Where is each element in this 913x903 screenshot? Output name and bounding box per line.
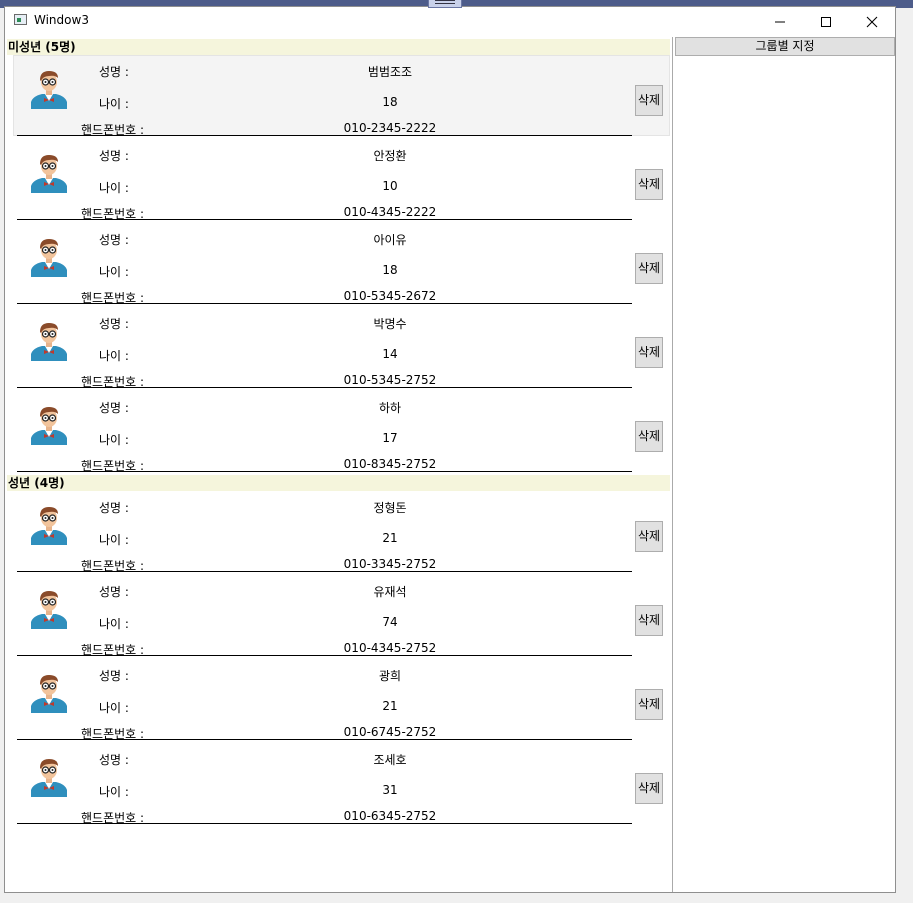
delete-button[interactable]: 삭제 [635,689,663,720]
phone-value: 010-6345-2752 [343,809,437,823]
age-value: 21 [382,531,398,545]
list-item[interactable]: 성명 : 박명수 나이 : 14 핸드폰번호 : 010-5345-2752 삭… [5,307,672,391]
list-item[interactable]: 성명 : 하하 나이 : 17 핸드폰번호 : 010-8345-2752 삭제 [5,391,672,475]
person-avatar-icon [31,507,67,545]
age-label: 나이 : [99,533,129,547]
age-label: 나이 : [99,265,129,279]
name-label: 성명 : [99,585,129,599]
list-item[interactable]: 성명 : 범범조조 나이 : 18 핸드폰번호 : 010-2345-2222 … [5,55,672,139]
list-item[interactable]: 성명 : 아이유 나이 : 18 핸드폰번호 : 010-5345-2672 삭… [5,223,672,307]
phone-value: 010-3345-2752 [343,557,437,571]
list-item[interactable]: 성명 : 정형돈 나이 : 21 핸드폰번호 : 010-3345-2752 삭… [5,491,672,575]
name-value: 범범조조 [367,65,413,79]
name-value: 유재석 [373,585,407,599]
app-window: Window3 미성년 (5명) 성명 : 범범조조 나이 : 18 핸드폰번호… [4,6,896,893]
minimize-icon [775,21,785,23]
age-value: 18 [382,95,398,109]
phone-value: 010-6745-2752 [343,725,437,739]
delete-button[interactable]: 삭제 [635,773,663,804]
row-separator [17,571,632,572]
name-value: 아이유 [373,233,407,247]
maximize-button[interactable] [803,7,849,36]
close-icon [866,16,878,28]
age-value: 31 [382,783,398,797]
name-value: 정형돈 [373,501,407,515]
name-value: 박명수 [373,317,407,331]
person-avatar-icon [31,71,67,109]
phone-value: 010-4345-2752 [343,641,437,655]
age-label: 나이 : [99,97,129,111]
delete-button[interactable]: 삭제 [635,85,663,116]
window-title: Window3 [34,13,89,27]
person-avatar-icon [31,591,67,629]
group-assign-button[interactable]: 그룹별 지정 [675,37,895,56]
name-label: 성명 : [99,401,129,415]
age-value: 17 [382,431,398,445]
name-label: 성명 : [99,149,129,163]
row-separator [17,303,632,304]
person-avatar-icon [31,759,67,797]
name-label: 성명 : [99,233,129,247]
name-label: 성명 : [99,65,129,79]
age-label: 나이 : [99,785,129,799]
name-value: 안정환 [373,149,407,163]
phone-value: 010-2345-2222 [343,121,437,135]
row-separator [17,471,632,472]
row-separator [17,219,632,220]
minimize-button[interactable] [757,7,803,36]
person-avatar-icon [31,675,67,713]
age-label: 나이 : [99,701,129,715]
delete-button[interactable]: 삭제 [635,169,663,200]
person-avatar-icon [31,407,67,445]
group-header: 성년 (4명) [7,475,670,491]
age-label: 나이 : [99,617,129,631]
delete-button[interactable]: 삭제 [635,253,663,284]
delete-button[interactable]: 삭제 [635,337,663,368]
name-value: 조세호 [373,753,407,767]
person-avatar-icon [31,155,67,193]
row-separator [17,387,632,388]
name-label: 성명 : [99,669,129,683]
delete-button[interactable]: 삭제 [635,421,663,452]
row-separator [17,655,632,656]
list-item[interactable]: 성명 : 유재석 나이 : 74 핸드폰번호 : 010-4345-2752 삭… [5,575,672,659]
close-button[interactable] [849,7,895,36]
name-value: 하하 [378,401,402,415]
age-label: 나이 : [99,433,129,447]
age-value: 14 [382,347,398,361]
age-value: 18 [382,263,398,277]
phone-value: 010-4345-2222 [343,205,437,219]
phone-value: 010-5345-2752 [343,373,437,387]
person-avatar-icon [31,239,67,277]
title-bar[interactable]: Window3 [5,7,895,36]
name-label: 성명 : [99,317,129,331]
phone-value: 010-8345-2752 [343,457,437,471]
row-separator [17,135,632,136]
group-header: 미성년 (5명) [7,39,670,55]
age-value: 10 [382,179,398,193]
maximize-icon [821,17,831,27]
row-separator [17,823,632,824]
person-list[interactable]: 미성년 (5명) 성명 : 범범조조 나이 : 18 핸드폰번호 : 010-2… [5,37,672,892]
age-label: 나이 : [99,181,129,195]
list-item[interactable]: 성명 : 광희 나이 : 21 핸드폰번호 : 010-6745-2752 삭제 [5,659,672,743]
delete-button[interactable]: 삭제 [635,605,663,636]
list-item[interactable]: 성명 : 조세호 나이 : 31 핸드폰번호 : 010-6345-2752 삭… [5,743,672,827]
name-label: 성명 : [99,501,129,515]
app-icon [14,14,27,25]
group-panel: 그룹별 지정 [672,37,895,892]
row-separator [17,739,632,740]
person-avatar-icon [31,323,67,361]
phone-value: 010-5345-2672 [343,289,437,303]
age-label: 나이 : [99,349,129,363]
delete-button[interactable]: 삭제 [635,521,663,552]
name-value: 광희 [378,669,402,683]
age-value: 21 [382,699,398,713]
list-item[interactable]: 성명 : 안정환 나이 : 10 핸드폰번호 : 010-4345-2222 삭… [5,139,672,223]
drag-handle[interactable] [428,0,462,8]
name-label: 성명 : [99,753,129,767]
age-value: 74 [382,615,398,629]
